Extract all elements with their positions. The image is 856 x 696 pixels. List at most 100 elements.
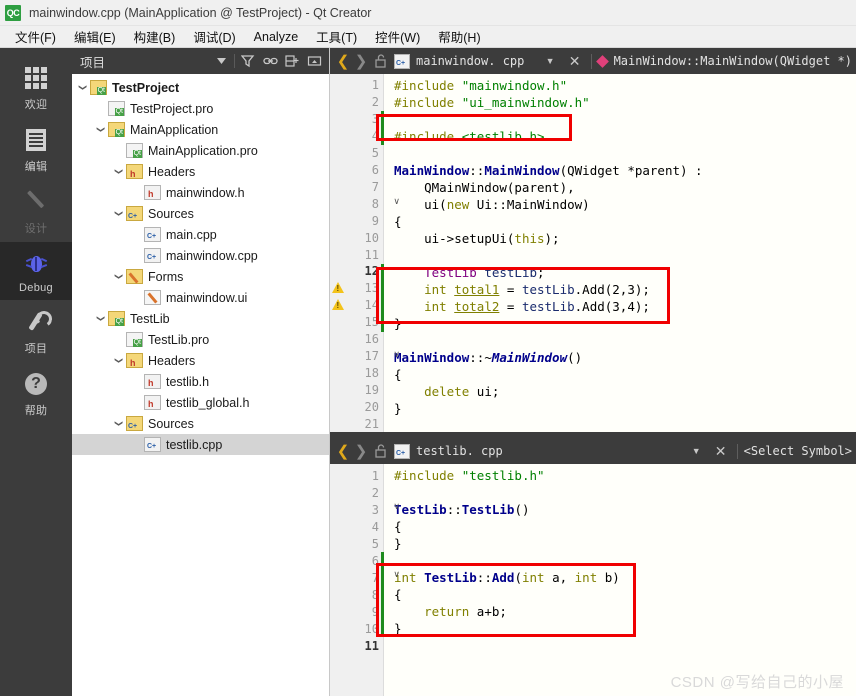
code-line[interactable]: QMainWindow(parent),: [384, 179, 856, 196]
menu-help[interactable]: 帮助(H): [429, 25, 489, 48]
tree-item-main-cpp[interactable]: main.cpp: [72, 224, 329, 245]
line-number: 7: [371, 179, 379, 194]
code-line[interactable]: {: [384, 518, 856, 535]
code-line[interactable]: [384, 111, 856, 128]
mode-debug[interactable]: Debug: [0, 242, 72, 300]
split-icon[interactable]: [281, 51, 303, 71]
code-line[interactable]: int total2 = testLib.Add(3,4);: [384, 298, 856, 315]
menu-window[interactable]: 控件(W): [366, 25, 429, 48]
editor-top-filename[interactable]: mainwindow. cpp: [416, 54, 524, 68]
code-line[interactable]: return a+b;: [384, 603, 856, 620]
code-line[interactable]: MainWindow::MainWindow(QWidget *parent) …: [384, 162, 856, 179]
editor-top-gutter[interactable]: 123456789101112131415161718192021: [330, 74, 384, 432]
editor-bottom-close-icon[interactable]: ✕: [711, 443, 731, 460]
menu-tools[interactable]: 工具(T): [307, 25, 366, 48]
code-token: #include: [394, 468, 462, 483]
code-line[interactable]: TestLib::TestLib(): [384, 501, 856, 518]
tree-item-testlib-cpp[interactable]: testlib.cpp: [72, 434, 329, 455]
code-line[interactable]: }: [384, 535, 856, 552]
tree-item-testlib-global-h[interactable]: testlib_global.h: [72, 392, 329, 413]
tree-item-mainwindow-ui[interactable]: mainwindow.ui: [72, 287, 329, 308]
code-line[interactable]: }: [384, 400, 856, 417]
code-line[interactable]: delete ui;: [384, 383, 856, 400]
tree-item-testlib-pro[interactable]: TestLib.pro: [72, 329, 329, 350]
tree-item-headers[interactable]: ❯Headers: [72, 350, 329, 371]
code-line[interactable]: [384, 484, 856, 501]
tree-item-mainwindow-cpp[interactable]: mainwindow.cpp: [72, 245, 329, 266]
mode-projects[interactable]: 项目: [0, 300, 72, 362]
editor-bottom-symbol[interactable]: <Select Symbol>: [744, 444, 852, 458]
editor-top-dropdown-icon[interactable]: ▼: [526, 56, 555, 66]
link-icon[interactable]: [259, 51, 281, 71]
tree-item-forms[interactable]: ❯ Forms: [72, 266, 329, 287]
code-line[interactable]: }: [384, 315, 856, 332]
warning-icon[interactable]: [332, 281, 344, 293]
fold-toggle-icon[interactable]: ∨: [346, 349, 400, 360]
chevron-down-icon[interactable]: [210, 51, 232, 71]
editor-top-code-area[interactable]: 123456789101112131415161718192021 #inclu…: [330, 74, 856, 432]
code-line[interactable]: TestLib testLib;: [384, 264, 856, 281]
editor-top-symbol[interactable]: MainWindow::MainWindow(QWidget *): [614, 54, 852, 68]
code-line[interactable]: [384, 417, 856, 432]
code-line[interactable]: #include "testlib.h": [384, 467, 856, 484]
fold-toggle-icon[interactable]: ∨: [346, 196, 400, 207]
back-arrow-icon[interactable]: ❮: [334, 52, 352, 70]
code-line[interactable]: [384, 637, 856, 654]
fold-toggle-icon[interactable]: ∨: [346, 569, 400, 580]
warning-icon[interactable]: [332, 298, 344, 310]
editor-top-code[interactable]: #include "mainwindow.h" #include "ui_main…: [384, 74, 856, 432]
menu-analyze[interactable]: Analyze: [245, 28, 307, 46]
code-line[interactable]: #include "ui_mainwindow.h": [384, 94, 856, 111]
code-line[interactable]: ui->setupUi(this);: [384, 230, 856, 247]
unlocked-padlock-icon[interactable]: [370, 54, 392, 68]
editor-bottom-code-area[interactable]: 1 2 3 4 5 6 7 8 9 10 11 #include "testlib.h" TestL…: [330, 464, 856, 696]
menu-file[interactable]: 文件(F): [6, 25, 65, 48]
code-line[interactable]: ui(new Ui::MainWindow): [384, 196, 856, 213]
mode-design[interactable]: 设计: [0, 180, 72, 242]
code-line[interactable]: }: [384, 620, 856, 637]
forward-arrow-icon[interactable]: ❯: [352, 442, 370, 460]
back-arrow-icon[interactable]: ❮: [334, 442, 352, 460]
code-line[interactable]: {: [384, 366, 856, 383]
code-line[interactable]: #include "mainwindow.h": [384, 77, 856, 94]
tree-item-mainapplication-pro[interactable]: MainApplication.pro: [72, 140, 329, 161]
tree-item-headers[interactable]: ❯Headers: [72, 161, 329, 182]
mode-welcome[interactable]: 欢迎: [0, 56, 72, 118]
editor-bottom-filename[interactable]: testlib. cpp: [416, 444, 503, 458]
tree-item-label: TestProject: [112, 80, 180, 95]
menu-debug[interactable]: 调试(D): [184, 25, 244, 48]
code-line[interactable]: [384, 332, 856, 349]
code-line[interactable]: {: [384, 586, 856, 603]
forward-arrow-icon[interactable]: ❯: [352, 52, 370, 70]
tree-item-mainapplication[interactable]: ❯MainApplication: [72, 119, 329, 140]
code-line[interactable]: [384, 552, 856, 569]
minimize-icon[interactable]: [303, 51, 325, 71]
tree-item-sources[interactable]: ❯Sources: [72, 413, 329, 434]
menu-edit[interactable]: 编辑(E): [65, 25, 125, 48]
editor-bottom-dropdown-icon[interactable]: ▼: [672, 446, 701, 456]
code-line[interactable]: [384, 247, 856, 264]
filter-icon[interactable]: [237, 51, 259, 71]
line-number: 11: [364, 247, 379, 262]
editor-bottom-gutter[interactable]: 1 2 3 4 5 6 7 8 9 10 11: [330, 464, 384, 696]
tree-item-sources[interactable]: ❯Sources: [72, 203, 329, 224]
editor-bottom-code[interactable]: #include "testlib.h" TestLib::TestLib(){…: [384, 464, 856, 696]
code-line[interactable]: int TestLib::Add(int a, int b): [384, 569, 856, 586]
menu-build[interactable]: 构建(B): [125, 25, 185, 48]
tree-item-testlib[interactable]: ❯TestLib: [72, 308, 329, 329]
unlocked-padlock-icon[interactable]: [370, 444, 392, 458]
mode-help[interactable]: ? 帮助: [0, 362, 72, 424]
code-line[interactable]: {: [384, 213, 856, 230]
tree-item-testproject[interactable]: ❯TestProject: [72, 77, 329, 98]
tree-item-testproject-pro[interactable]: TestProject.pro: [72, 98, 329, 119]
tree-item-testlib-h[interactable]: testlib.h: [72, 371, 329, 392]
tree-item-mainwindow-h[interactable]: mainwindow.h: [72, 182, 329, 203]
code-line[interactable]: int total1 = testLib.Add(2,3);: [384, 281, 856, 298]
code-line[interactable]: MainWindow::~MainWindow(): [384, 349, 856, 366]
editor-top-close-icon[interactable]: ✕: [565, 53, 585, 70]
mode-edit[interactable]: 编辑: [0, 118, 72, 180]
code-line[interactable]: #include <testlib.h>: [384, 128, 856, 145]
fold-toggle-icon[interactable]: ∨: [346, 501, 400, 512]
project-tree[interactable]: ❯TestProject TestProject.pro ❯MainApplicat…: [72, 74, 329, 696]
code-line[interactable]: [384, 145, 856, 162]
